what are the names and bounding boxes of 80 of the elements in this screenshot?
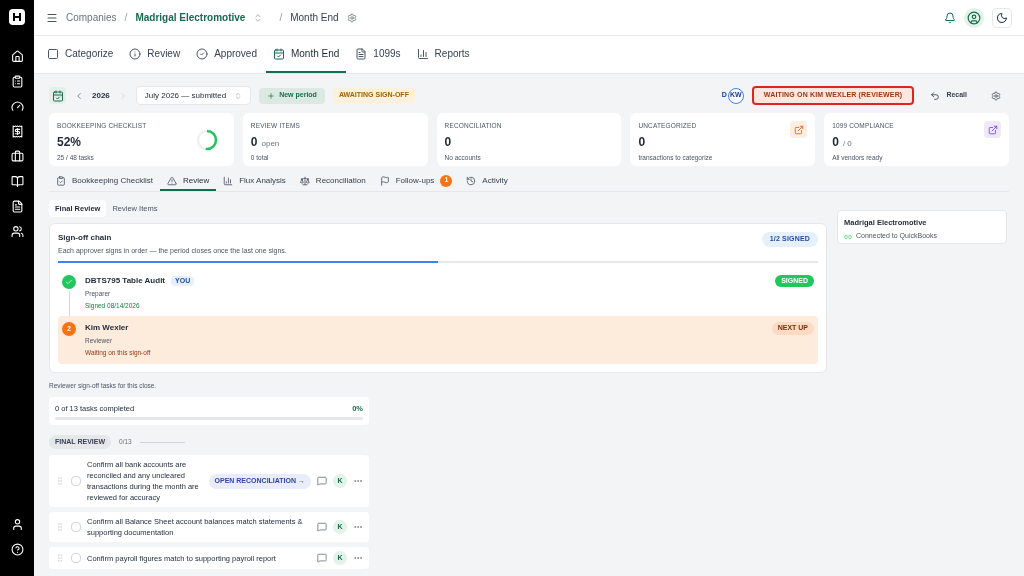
- period-select[interactable]: July 2026 — submitted: [135, 86, 252, 105]
- receipt-icon[interactable]: [10, 125, 24, 138]
- external-link-icon: [793, 124, 804, 135]
- book-icon[interactable]: [10, 175, 24, 188]
- stat-unit: / 0: [842, 137, 852, 150]
- company-link[interactable]: Madrigal Electromotive: [135, 10, 246, 25]
- calendar-icon: [272, 47, 285, 60]
- task-checkbox[interactable]: [71, 476, 81, 487]
- page-title: Month End: [290, 11, 339, 25]
- bar-chart-icon: [416, 47, 429, 60]
- nav-tab[interactable]: Month End: [265, 36, 347, 73]
- switch-icon[interactable]: [253, 12, 264, 23]
- users-icon[interactable]: [10, 225, 24, 238]
- app-logo-icon: [8, 8, 26, 26]
- check-circle-icon: [196, 47, 209, 60]
- task-checkbox[interactable]: [71, 553, 81, 564]
- open-link-button[interactable]: [790, 121, 808, 138]
- breadcrumb-separator: /: [279, 11, 283, 25]
- nav-tab[interactable]: Approved: [189, 36, 264, 73]
- section-tab[interactable]: Bookkeeping Checklist: [49, 172, 160, 191]
- user-circle-icon: [967, 10, 981, 25]
- drag-handle-icon[interactable]: [55, 553, 65, 564]
- scale-icon: [299, 175, 310, 186]
- stat-unit: open: [261, 137, 280, 150]
- clipboard-icon: [56, 175, 66, 186]
- comment-icon[interactable]: [317, 522, 327, 533]
- stat-value: 52%: [57, 133, 82, 151]
- home-icon[interactable]: [10, 50, 24, 63]
- briefcase-icon[interactable]: [10, 150, 24, 163]
- user-icon[interactable]: [10, 518, 24, 531]
- drag-handle-icon[interactable]: [55, 476, 65, 487]
- drag-handle-icon[interactable]: [55, 522, 65, 533]
- comment-icon[interactable]: [317, 476, 327, 487]
- breadcrumb-separator: /: [124, 11, 128, 25]
- nav-tab[interactable]: 1099s: [348, 36, 408, 73]
- external-link-icon: [987, 124, 998, 135]
- stat-value: 0: [638, 133, 646, 151]
- progress-ring: [195, 128, 218, 151]
- warning-icon: [166, 175, 177, 186]
- approver-name: Kim Wexler: [85, 322, 129, 335]
- section-tab[interactable]: Flux Analysis: [216, 172, 293, 191]
- clipboard-icon[interactable]: [10, 75, 24, 88]
- nav-tab[interactable]: Review: [122, 36, 188, 73]
- stat-value: 0: [250, 133, 258, 151]
- gauge-icon[interactable]: [10, 100, 24, 113]
- settings-icon[interactable]: [991, 90, 1001, 101]
- plus-icon: [267, 91, 276, 100]
- notification-icon[interactable]: [944, 11, 956, 24]
- open-link-button[interactable]: [984, 121, 1001, 138]
- document-icon: [355, 47, 368, 60]
- link-icon: [844, 232, 852, 241]
- moon-icon: [996, 11, 1008, 24]
- document-icon[interactable]: [10, 200, 24, 213]
- calendar-button[interactable]: [49, 87, 66, 104]
- bar-chart-icon: [223, 175, 234, 186]
- theme-button[interactable]: [992, 7, 1012, 28]
- chevrons-icon: [234, 91, 243, 100]
- settings-icon[interactable]: [346, 12, 357, 23]
- year-label: 2026: [92, 89, 110, 102]
- section-tab[interactable]: Reconciliation: [292, 172, 373, 191]
- help-icon[interactable]: [10, 543, 24, 556]
- breadcrumb-link[interactable]: Companies: [66, 10, 117, 25]
- undo-icon: [930, 90, 941, 101]
- flag-icon: [379, 175, 390, 186]
- task-checkbox[interactable]: [71, 522, 81, 533]
- calendar-icon: [51, 89, 64, 102]
- history-icon: [466, 175, 477, 186]
- nav-tab[interactable]: Categorize: [40, 36, 121, 73]
- stat-value: 0: [832, 133, 839, 151]
- nav-tab[interactable]: Reports: [409, 36, 477, 73]
- card-title: Sign-off chain: [58, 232, 113, 245]
- previous-icon[interactable]: [74, 90, 84, 101]
- info-icon: [129, 47, 142, 60]
- stat-value: 0: [444, 133, 452, 151]
- menu-icon[interactable]: [46, 11, 58, 24]
- section-tab[interactable]: Review: [159, 172, 217, 191]
- approver-name: DBTS795 Table Audit: [85, 274, 165, 287]
- account-button[interactable]: [964, 7, 984, 28]
- section-tab[interactable]: Activity: [459, 172, 515, 191]
- comment-icon[interactable]: [317, 553, 327, 564]
